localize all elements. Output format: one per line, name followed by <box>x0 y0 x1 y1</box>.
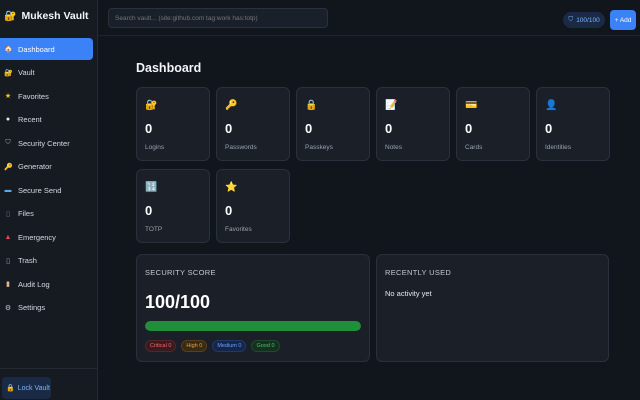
key-icon: 🔑 <box>225 100 238 111</box>
stat-label: Favorites <box>225 226 252 233</box>
sidebar-footer: 🔒 Lock Vault <box>0 368 98 400</box>
note-icon: 📝 <box>385 100 398 111</box>
stat-label: Cards <box>465 144 483 151</box>
sidebar-item-secure-send[interactable]: ▬ Secure Send <box>0 179 93 201</box>
stat-label: Identities <box>545 144 572 151</box>
alert-icon: ▲ <box>4 233 12 241</box>
shield-icon: ⛉ <box>5 139 11 146</box>
sidebar-item-recent[interactable]: ● Recent <box>0 109 93 131</box>
security-score-panel: SECURITY SCORE 100/100 Critical 0 High 0… <box>136 254 370 362</box>
person-icon: 👤 <box>545 100 558 111</box>
sidebar-item-label: Dashboard <box>18 44 55 54</box>
stat-card-identities[interactable]: 👤 0 Identities <box>536 87 610 161</box>
shield-icon: ⛉ <box>568 16 574 23</box>
stat-count: 0 <box>545 121 553 136</box>
security-score-value: 100/100 <box>145 292 211 312</box>
sidebar-item-security-center[interactable]: ⛉ Security Center <box>0 132 93 154</box>
chip-good[interactable]: Good 0 <box>251 340 280 352</box>
stat-label: Passkeys <box>305 144 333 151</box>
page-title: Dashboard <box>136 61 202 75</box>
sidebar-item-label: Emergency <box>18 232 56 242</box>
panel-title: RECENTLY USED <box>385 268 452 277</box>
numbers-icon: 🔢 <box>145 182 158 193</box>
stat-card-passkeys[interactable]: 🔒 0 Passkeys <box>296 87 370 161</box>
send-icon: ▬ <box>4 186 12 194</box>
home-icon: 🏠 <box>4 46 13 53</box>
sidebar-item-label: Favorites <box>18 91 49 101</box>
lock-icon: 🔐 <box>145 100 158 111</box>
sidebar-item-label: Generator <box>18 162 52 171</box>
stat-label: Notes <box>385 144 402 151</box>
chip-critical[interactable]: Critical 0 <box>145 340 177 352</box>
stat-count: 0 <box>225 203 233 218</box>
sidebar-item-label: Audit Log <box>18 279 50 289</box>
stat-label: TOTP <box>145 226 163 233</box>
stat-card-logins[interactable]: 🔐 0 Logins <box>136 87 210 161</box>
security-score-bar-fill <box>145 321 361 331</box>
severity-chips: Critical 0 High 0 Medium 0 Good 0 <box>145 340 280 352</box>
sidebar-item-audit-log[interactable]: ▮ Audit Log <box>0 273 93 295</box>
panel-title: SECURITY SCORE <box>145 268 216 277</box>
app-brand: 🔐 Mukesh Vault <box>4 10 89 22</box>
stat-count: 0 <box>145 203 153 218</box>
trash-icon: ▯ <box>6 257 10 265</box>
star-icon: ⭐ <box>225 182 238 193</box>
stat-count: 0 <box>465 121 473 136</box>
credit-card-icon: 💳 <box>465 100 478 111</box>
stat-count: 0 <box>385 121 393 136</box>
security-score-badge[interactable]: ⛉ 100/100 <box>563 12 605 28</box>
sidebar-item-label: Vault <box>18 68 35 77</box>
sidebar-item-label: Recent <box>18 115 42 124</box>
stat-count: 0 <box>305 121 313 136</box>
stat-card-notes[interactable]: 📝 0 Notes <box>376 87 450 161</box>
app-title: Mukesh Vault <box>21 10 89 22</box>
stat-card-passwords[interactable]: 🔑 0 Passwords <box>216 87 290 161</box>
sidebar-item-label: Trash <box>18 256 37 265</box>
chip-medium[interactable]: Medium 0 <box>212 340 247 352</box>
security-score-bar <box>145 321 361 331</box>
search-input[interactable] <box>108 8 328 28</box>
recent-empty-state: No activity yet <box>385 289 432 298</box>
sidebar-item-files[interactable]: ▯ Files <box>0 203 93 225</box>
sidebar-item-label: Settings <box>18 303 46 312</box>
lock-vault-label: Lock Vault <box>17 384 50 392</box>
star-icon: ★ <box>4 93 12 100</box>
chip-high[interactable]: High 0 <box>181 340 208 352</box>
sidebar-item-settings[interactable]: ⚙ Settings <box>0 297 93 319</box>
sidebar: 🔐 Mukesh Vault 🏠 Dashboard 🔐 Vault ★ Fav… <box>0 0 98 400</box>
sidebar-item-dashboard[interactable]: 🏠 Dashboard <box>0 38 93 60</box>
security-score-badge-label: 100/100 <box>576 16 600 24</box>
clock-icon: ● <box>5 116 11 123</box>
lock-icon: 🔐 <box>4 10 17 22</box>
stat-card-totp[interactable]: 🔢 0 TOTP <box>136 169 210 243</box>
stat-count: 0 <box>145 121 153 136</box>
padlock-icon: 🔒 <box>6 385 15 392</box>
sidebar-item-label: Files <box>18 209 34 218</box>
stat-card-cards[interactable]: 💳 0 Cards <box>456 87 530 161</box>
lock-icon: 🔐 <box>4 69 13 77</box>
stat-count: 0 <box>225 121 233 136</box>
sidebar-item-emergency[interactable]: ▲ Emergency <box>0 226 93 248</box>
recently-used-panel: RECENTLY USED No activity yet <box>376 254 609 362</box>
file-icon: ▯ <box>6 210 10 218</box>
stat-label: Logins <box>145 144 165 151</box>
stat-card-favorites[interactable]: ⭐ 0 Favorites <box>216 169 290 243</box>
sidebar-item-trash[interactable]: ▯ Trash <box>0 250 93 272</box>
top-bar: ⛉ 100/100 + Add <box>98 0 640 36</box>
key-icon: 🔑 <box>4 163 13 171</box>
sidebar-item-label: Security Center <box>18 138 70 148</box>
padlock-icon: 🔒 <box>305 100 318 111</box>
gear-icon: ⚙ <box>4 304 12 312</box>
lock-vault-button[interactable]: 🔒 Lock Vault <box>2 377 51 399</box>
sidebar-item-favorites[interactable]: ★ Favorites <box>0 85 93 107</box>
log-icon: ▮ <box>6 281 10 288</box>
add-item-button[interactable]: + Add <box>610 10 636 30</box>
stat-label: Passwords <box>225 144 257 151</box>
sidebar-item-vault[interactable]: 🔐 Vault <box>0 62 93 84</box>
sidebar-item-generator[interactable]: 🔑 Generator <box>0 156 93 178</box>
sidebar-item-label: Secure Send <box>18 185 62 195</box>
